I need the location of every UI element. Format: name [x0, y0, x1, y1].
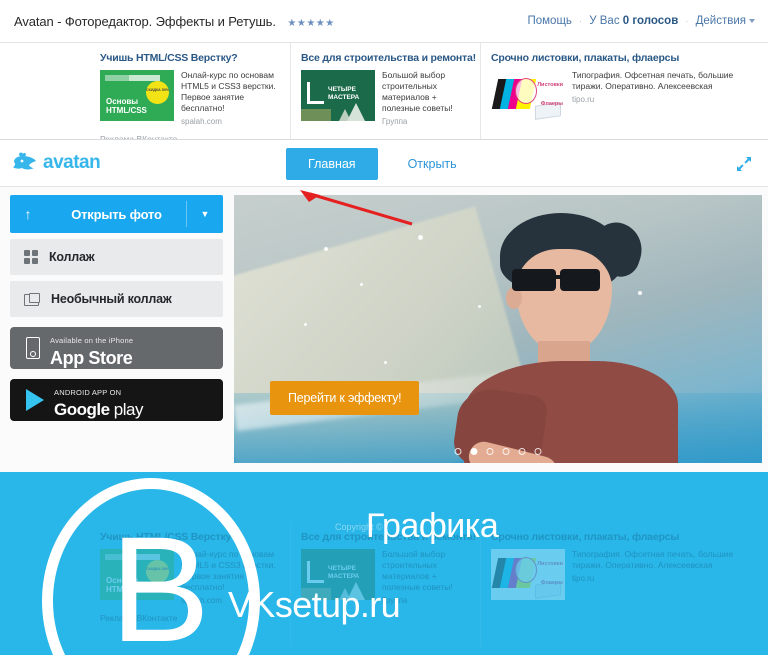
sidebar-item-label: Необычный коллаж	[51, 292, 172, 306]
appstore-large-text: App Store	[50, 347, 133, 368]
bottom-branding-overlay: Учишь HTML/CSS Верстку? СКИДКА 50% Основ…	[0, 472, 768, 655]
html-css-course-thumb-icon[interactable]: СКИДКА 50% Основы HTML/CSS	[100, 70, 174, 121]
ad-text: Онлай-курс по основам HTML5 и CSS3 верст…	[181, 70, 276, 113]
ad-thumb-caption: Основы HTML/CSS	[106, 96, 147, 115]
chevron-down-icon	[749, 18, 755, 23]
avatan-app-header: avatan Главная Открыть	[0, 140, 768, 187]
faded-ad-block-3: Срочно листовки, плакаты, флаерсы Листов…	[480, 522, 768, 647]
chevron-down-icon[interactable]: ▼	[187, 209, 223, 219]
sidebar-item-neobychnyy-kollazh[interactable]: Необычный коллаж	[10, 281, 223, 317]
actions-label: Действия	[695, 15, 746, 27]
hero-photo[interactable]: Перейти к эффекту!	[234, 195, 762, 463]
separator-1: ·	[578, 15, 583, 27]
ad-source: tipo.ru	[572, 94, 595, 104]
avatan-logo-text: avatan	[43, 152, 101, 173]
googleplay-small-text: ANDROID APP ON	[54, 388, 122, 397]
sidebar-item-label: Коллаж	[49, 250, 95, 264]
hero-photo-subject	[442, 213, 702, 463]
carousel-dot[interactable]	[502, 448, 510, 455]
watermark-text: VKsetup.ru	[228, 584, 401, 625]
ad-block-html-course[interactable]: Учишь HTML/CSS Верстку? СКИДКА 50% Основ…	[0, 43, 290, 139]
carousel-dot[interactable]	[454, 448, 462, 455]
appstore-small-text: Available on the iPhone	[50, 335, 134, 345]
ad-block-construction[interactable]: Все для строительства и ремонта! ЧЕТЫРЕ …	[290, 43, 480, 139]
tab-glavnaya[interactable]: Главная	[286, 148, 378, 180]
vk-top-bar: Avatan - Фоторедактор. Эффекты и Ретушь.…	[0, 0, 768, 43]
vk-logo-letter: В	[110, 505, 211, 655]
ad-text: Типография. Офсетная печать, большие тир…	[572, 70, 734, 91]
separator-2: ·	[685, 15, 689, 27]
ad-thumb-caption-2: Флаеры	[540, 580, 563, 586]
google-play-triangle-icon	[26, 389, 44, 411]
googleplay-badge[interactable]: ANDROID APP ON Google play	[10, 379, 223, 421]
help-link[interactable]: Помощь	[527, 15, 571, 27]
ad-thumb-caption: Листовки	[537, 82, 563, 88]
carousel-dot-active[interactable]	[470, 448, 478, 455]
sunglasses	[512, 269, 616, 293]
four-masters-thumb-icon[interactable]: ЧЕТЫРЕ МАСТЕРА	[301, 70, 375, 121]
ad-source: tipo.ru	[572, 573, 595, 583]
open-photo-label: Открыть фото	[71, 206, 162, 222]
ad-thumb-caption: ЧЕТЫРЕ МАСТЕРА	[328, 565, 360, 580]
overlay-heading: Графика	[366, 507, 499, 545]
carousel-dot[interactable]	[486, 448, 494, 455]
appstore-badge[interactable]: Available on the iPhone App Store	[10, 327, 223, 369]
googleplay-word-play: play	[109, 400, 144, 419]
ad-body: СКИДКА 50% Основы HTML/CSS Онлай-курс по…	[100, 70, 280, 126]
rating-stars: ★★★★★	[287, 17, 335, 29]
googleplay-text: ANDROID APP ON Google play	[54, 382, 143, 418]
ad-thumb-caption: Листовки	[537, 561, 563, 567]
carousel-dot[interactable]	[518, 448, 526, 455]
ad-thumb-caption: ЧЕТЫРЕ МАСТЕРА	[328, 86, 360, 101]
carousel-dots[interactable]	[454, 448, 542, 455]
app-title-text: Avatan - Фоторедактор. Эффекты и Ретушь.	[14, 13, 276, 29]
avatan-app-body: ↑ Открыть фото ▼ Коллаж Необычный коллаж	[0, 187, 768, 471]
ad-source: spalah.com	[181, 116, 222, 126]
avatan-sidebar: ↑ Открыть фото ▼ Коллаж Необычный коллаж	[10, 195, 223, 421]
ad-thumb-caption-2: Флаеры	[540, 101, 563, 107]
collage-grid-icon	[24, 250, 38, 264]
tab-otkryt[interactable]: Открыть	[408, 157, 457, 171]
ad-body: Листовки Флаеры Типография. Офсетная печ…	[491, 70, 758, 121]
ad-copy: Типография. Офсетная печать, большие тир…	[572, 70, 758, 121]
ad-footer: Реклама ВКонтакте	[100, 133, 178, 140]
ad-title[interactable]: Все для строительства и ремонта!	[301, 52, 476, 64]
googleplay-large-text: Google play	[54, 401, 143, 418]
avatan-app-frame: avatan Главная Открыть ↑ Открыть фото ▼	[0, 140, 768, 472]
votes-label: У Вас 0 голосов	[589, 15, 678, 27]
printing-cmyk-thumb-icon: Листовки Флаеры	[491, 549, 565, 600]
ad-title[interactable]: Учишь HTML/CSS Верстку?	[100, 52, 280, 64]
iphone-icon	[26, 337, 40, 359]
googleplay-word-google: Google	[54, 400, 110, 419]
votes-prefix: У Вас	[589, 15, 620, 27]
ad-body: ЧЕТЫРЕ МАСТЕРА Большой выбор строительны…	[301, 70, 470, 126]
actions-menu[interactable]: Действия	[696, 15, 755, 27]
appstore-text: Available on the iPhone App Store	[50, 330, 133, 367]
upload-arrow-icon: ↑	[24, 206, 32, 222]
printing-cmyk-thumb-icon[interactable]: Листовки Флаеры	[491, 70, 565, 121]
votes-count: 0 голосов	[622, 15, 679, 27]
vk-top-bar-actions: Помощь · У Вас 0 голосов · Действия	[527, 15, 755, 27]
ad-block-printing[interactable]: Срочно листовки, плакаты, флаерсы Листов…	[480, 43, 768, 139]
page-title: Avatan - Фоторедактор. Эффекты и Ретушь.…	[14, 14, 335, 29]
ad-source: Группа	[382, 116, 408, 126]
vk-ads-strip: Учишь HTML/CSS Верстку? СКИДКА 50% Основ…	[0, 43, 768, 140]
avatan-tabs: Главная Открыть	[286, 148, 457, 180]
open-photo-button[interactable]: ↑ Открыть фото ▼	[10, 195, 223, 233]
sidebar-item-kollazh[interactable]: Коллаж	[10, 239, 223, 275]
whale-icon	[13, 152, 36, 170]
carousel-dot[interactable]	[534, 448, 542, 455]
screenshot-root: Avatan - Фоторедактор. Эффекты и Ретушь.…	[0, 0, 768, 655]
ad-text: Большой выбор строительных материалов + …	[382, 70, 453, 113]
expand-fullscreen-icon[interactable]	[734, 154, 754, 174]
ad-title: Срочно листовки, плакаты, флаерсы	[491, 531, 680, 543]
ad-text: Типография. Офсетная печать, большие тир…	[572, 549, 734, 570]
ad-title[interactable]: Срочно листовки, плакаты, флаерсы	[491, 52, 758, 64]
avatan-logo[interactable]: avatan	[10, 151, 101, 175]
ad-copy: Большой выбор строительных материалов + …	[382, 70, 470, 126]
ad-copy: Онлай-курс по основам HTML5 и CSS3 верст…	[181, 70, 280, 126]
hero-cta-button[interactable]: Перейти к эффекту!	[270, 381, 420, 415]
folder-shapes-icon	[24, 292, 40, 306]
